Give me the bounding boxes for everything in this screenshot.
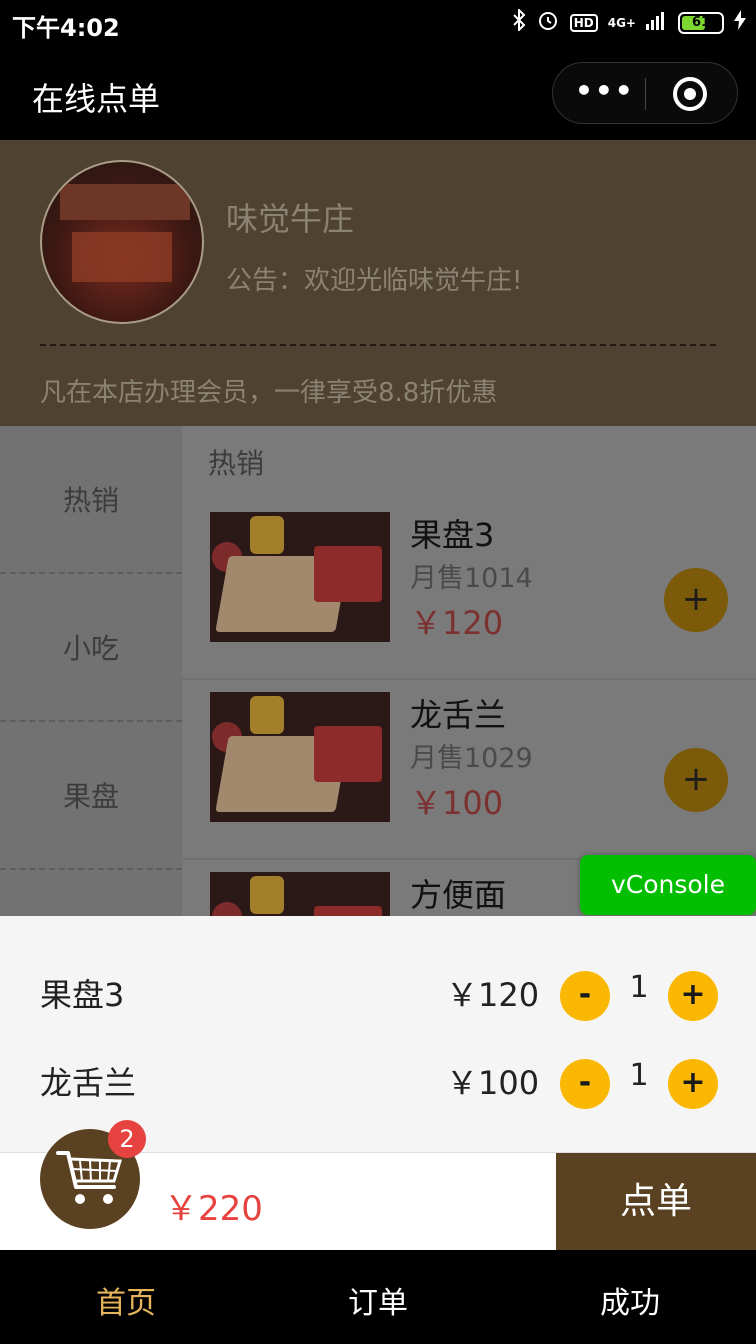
capsule-divider <box>645 78 646 110</box>
category-item-hot[interactable]: 热销 <box>0 426 182 574</box>
battery-icon: 61 <box>678 11 724 34</box>
product-item[interactable]: 龙舌兰 月售1029 ￥100 + <box>182 682 756 860</box>
product-list: 热销 果盘3 月售1014 ￥120 + 龙舌兰 月售1029 ￥100 + 方… <box>182 426 756 916</box>
increase-button[interactable]: + <box>668 971 718 1021</box>
product-sales: 月售1014 <box>410 563 533 594</box>
store-window-image <box>72 232 172 282</box>
increase-button[interactable]: + <box>668 1059 718 1109</box>
target-icon[interactable] <box>673 77 707 111</box>
product-image <box>210 692 390 822</box>
battery-level: 61 <box>691 14 711 30</box>
signal-icon <box>646 10 668 35</box>
product-price: ￥100 <box>410 784 504 822</box>
hd-icon: HD <box>569 13 598 32</box>
alarm-icon <box>536 8 560 37</box>
category-item-fruit[interactable]: 果盘 <box>0 722 182 870</box>
product-image <box>210 872 390 916</box>
product-price: ￥120 <box>410 604 504 642</box>
product-image <box>210 512 390 642</box>
cart-row: 果盘3 ￥120 - 1 + <box>0 956 756 1026</box>
quantity-value: 1 <box>629 970 649 1005</box>
status-bar: 下午4:02 HD 4G+ 61 <box>0 0 756 48</box>
tab-success[interactable]: 成功 <box>600 1278 660 1322</box>
category-item-snack[interactable]: 小吃 <box>0 574 182 722</box>
product-item[interactable]: 果盘3 月售1014 ￥120 + <box>182 502 756 680</box>
product-sales: 月售1029 <box>410 743 533 774</box>
decrease-button[interactable]: - <box>560 1059 610 1109</box>
product-name: 龙舌兰 <box>410 696 507 734</box>
nav-bar: 在线点单 ••• <box>0 48 756 140</box>
cart-item-name: 龙舌兰 <box>40 1064 137 1102</box>
cart-item-price: ￥100 <box>446 1064 540 1102</box>
cart-panel: 果盘3 ￥120 - 1 + 龙舌兰 ￥100 - 1 + <box>0 916 756 1152</box>
shopping-cart-icon <box>56 1151 122 1204</box>
network-label: 4G+ <box>607 15 636 30</box>
tab-orders[interactable]: 订单 <box>348 1278 408 1322</box>
charging-icon <box>734 10 746 35</box>
vconsole-button[interactable]: vConsole <box>580 855 756 915</box>
category-list: 热销 小吃 果盘 <box>0 426 182 916</box>
cart-bar: ￥220 点单 <box>0 1129 756 1251</box>
order-button[interactable]: 点单 <box>556 1153 756 1251</box>
cart-item-price: ￥120 <box>446 976 540 1014</box>
store-sign-image <box>60 184 190 220</box>
product-name: 方便面 <box>410 876 507 914</box>
add-to-cart-button[interactable]: + <box>664 568 728 632</box>
store-divider <box>40 344 716 346</box>
bluetooth-icon <box>512 7 526 36</box>
store-name: 味觉牛庄 <box>226 200 355 238</box>
section-title: 热销 <box>208 447 265 480</box>
tab-home[interactable]: 首页 <box>96 1278 156 1322</box>
store-logo <box>40 160 204 324</box>
menu-area: 热销 小吃 果盘 热销 果盘3 月售1014 ￥120 + 龙舌兰 月售1029… <box>0 426 756 916</box>
page-title: 在线点单 <box>32 80 161 118</box>
cart-count-badge: 2 <box>108 1120 146 1158</box>
more-dots-icon[interactable]: ••• <box>575 77 633 109</box>
capsule-menu: ••• <box>552 62 738 124</box>
status-icons: HD 4G+ 61 <box>512 7 746 37</box>
cart-item-name: 果盘3 <box>40 976 125 1014</box>
product-name: 果盘3 <box>410 516 495 554</box>
status-time: 下午4:02 <box>12 14 120 42</box>
store-notice: 公告：欢迎光临味觉牛庄! <box>226 266 523 296</box>
decrease-button[interactable]: - <box>560 971 610 1021</box>
cart-total: ￥220 <box>164 1189 263 1229</box>
add-to-cart-button[interactable]: + <box>664 748 728 812</box>
quantity-value: 1 <box>629 1058 649 1093</box>
store-promo: 凡在本店办理会员，一律享受8.8折优惠 <box>40 378 498 408</box>
store-header: 味觉牛庄 公告：欢迎光临味觉牛庄! 凡在本店办理会员，一律享受8.8折优惠 <box>0 140 756 426</box>
tab-bar: 首页 订单 成功 <box>0 1250 756 1344</box>
cart-row: 龙舌兰 ￥100 - 1 + <box>0 1044 756 1114</box>
